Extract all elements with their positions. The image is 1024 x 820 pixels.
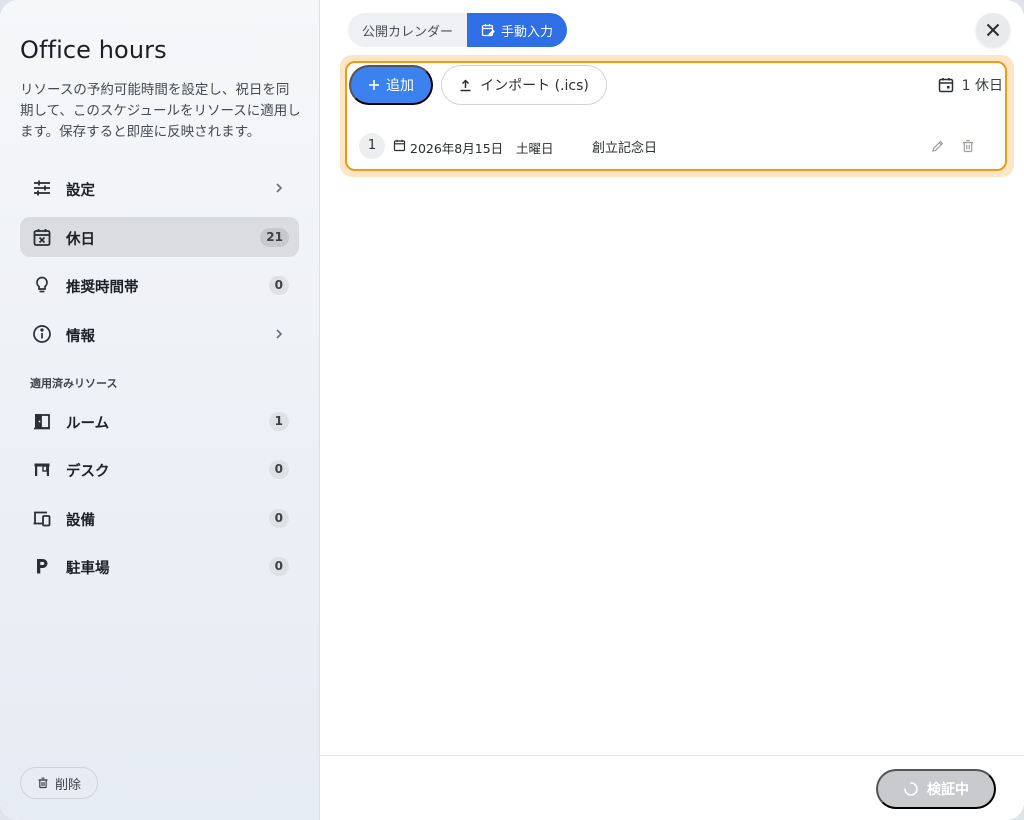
calendar-icon [393, 139, 406, 152]
lightbulb-icon [36, 276, 48, 293]
holiday-panel: 追加 インポート (.ics) 1 休日 1 2026年8月15日 土曜日 創立… [345, 61, 1007, 171]
verify-label: 検証中 [927, 782, 969, 798]
holiday-date: 2026年8月15日 [410, 141, 504, 156]
dialog-footer: 検証中 [320, 755, 1024, 820]
import-ics-button[interactable]: インポート (.ics) [441, 65, 607, 105]
count-badge: 0 [268, 460, 289, 479]
holiday-weekday: 土曜日 [516, 141, 554, 156]
resource-item-parking[interactable]: 駐車場 0 [20, 546, 299, 586]
door-icon [34, 414, 50, 430]
delete-label: 削除 [54, 777, 81, 793]
nav-label: 情報 [66, 329, 95, 345]
tab-label: 公開カレンダー [362, 24, 454, 40]
holiday-count-label: 1 休日 [961, 78, 1003, 94]
add-holiday-button[interactable]: 追加 [349, 65, 433, 105]
section-heading: 適用済みリソース [30, 377, 118, 390]
row-index: 1 [359, 133, 385, 159]
resource-item-desks[interactable]: デスク 0 [20, 449, 299, 489]
devices-icon [33, 511, 51, 527]
holiday-row[interactable]: 1 2026年8月15日 土曜日 創立記念日 [359, 133, 995, 159]
page-title: Office hours [20, 36, 167, 64]
delete-button[interactable]: 削除 [20, 767, 98, 799]
nav-label: 設定 [66, 183, 95, 199]
tab-manual-input[interactable]: 手動入力 [467, 13, 568, 47]
sidebar: Office hours リソースの予約可能時間を設定し、祝日を同期して、このス… [0, 0, 320, 820]
nav-label: ルーム [66, 416, 110, 432]
holiday-count: 1 休日 [938, 75, 1003, 95]
import-label: インポート (.ics) [480, 78, 589, 94]
sliders-icon [34, 180, 50, 196]
nav-label: 駐車場 [66, 561, 110, 577]
desk-icon [34, 463, 50, 476]
info-icon [33, 325, 51, 343]
nav-item-settings[interactable]: 設定 [20, 168, 299, 208]
count-badge: 1 [268, 412, 289, 431]
resource-item-rooms[interactable]: ルーム 1 [20, 401, 299, 441]
tab-label: 手動入力 [501, 24, 554, 40]
nav-item-info[interactable]: 情報 [20, 314, 299, 354]
nav-label: デスク [66, 464, 110, 480]
chevron-right-icon [276, 329, 283, 339]
plus-icon [369, 80, 379, 90]
chevron-right-icon [276, 183, 283, 193]
spinner-icon [904, 782, 918, 796]
count-badge: 0 [268, 276, 289, 295]
office-hours-dialog: Office hours リソースの予約可能時間を設定し、祝日を同期して、このス… [0, 0, 1024, 820]
nav-item-holidays[interactable]: 休日 21 [20, 217, 299, 257]
calendar-x-icon [33, 229, 51, 246]
nav-item-recommended-times[interactable]: 推奨時間帯 0 [20, 265, 299, 305]
trash-icon [38, 777, 48, 789]
parking-icon [37, 559, 48, 574]
upload-icon [460, 78, 471, 91]
pencil-icon[interactable] [931, 139, 945, 153]
count-badge: 0 [268, 557, 289, 576]
count-badge: 0 [268, 509, 289, 528]
holiday-name: 創立記念日 [592, 141, 658, 156]
trash-icon[interactable] [961, 139, 975, 153]
page-description: リソースの予約可能時間を設定し、祝日を同期して、このスケジュールをリソースに適用… [20, 82, 301, 140]
count-badge: 21 [260, 228, 289, 247]
add-label: 追加 [386, 78, 414, 94]
calendar-edit-icon [481, 24, 495, 37]
resource-item-equipment[interactable]: 設備 0 [20, 498, 299, 538]
close-icon [986, 23, 1000, 37]
nav-label: 休日 [66, 232, 95, 248]
source-tabs: 公開カレンダー 手動入力 [348, 13, 568, 47]
tab-public-calendar[interactable]: 公開カレンダー [348, 13, 467, 47]
main-panel: 公開カレンダー 手動入力 追加 インポート (.ics) 1 休日 1 2026… [320, 0, 1024, 820]
close-button[interactable] [976, 13, 1010, 47]
verify-button[interactable]: 検証中 [876, 769, 996, 809]
calendar-icon [938, 78, 953, 93]
nav-label: 推奨時間帯 [66, 280, 139, 296]
nav-label: 設備 [66, 513, 95, 529]
